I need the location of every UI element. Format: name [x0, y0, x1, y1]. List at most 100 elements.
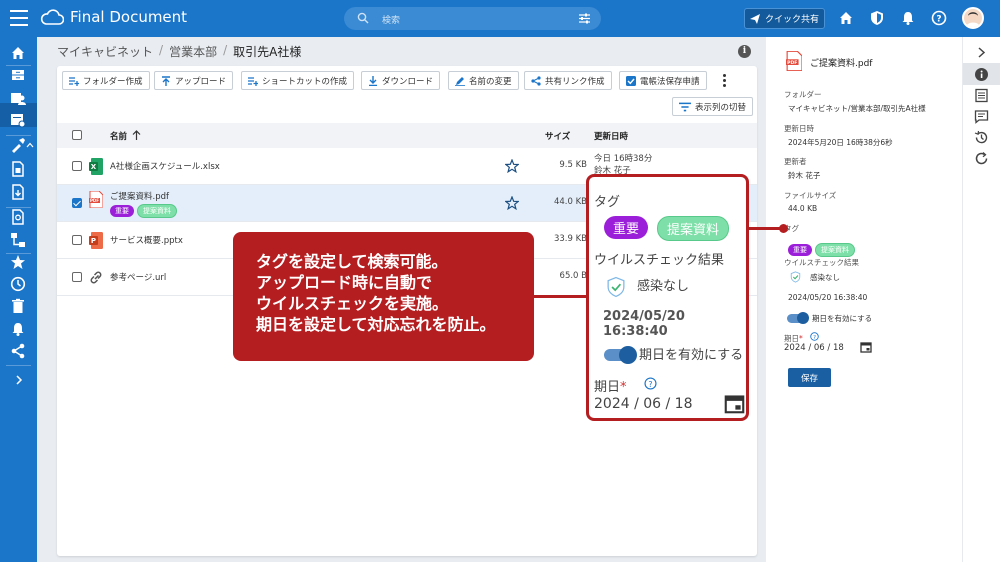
toggle-columns-button[interactable]: 表示列の切替	[672, 97, 753, 116]
callout-line: タグを設定して検索可能。	[256, 252, 448, 271]
help-icon[interactable]: ?	[931, 10, 947, 26]
zoom-due-label-text: 期日	[594, 380, 621, 395]
breadcrumb-item-mycabinet[interactable]: マイキャビネット	[57, 43, 153, 60]
search-icon	[357, 12, 369, 24]
row-checkbox[interactable]	[72, 161, 82, 171]
detail-tags: 重要 提案資料	[788, 237, 858, 257]
download-button[interactable]: ダウンロード	[361, 71, 441, 90]
nav-doc-icon[interactable]	[10, 161, 26, 177]
nav-trash-icon[interactable]	[10, 298, 26, 314]
toggle-columns-label: 表示列の切替	[694, 102, 746, 113]
upload-label: アップロード	[175, 76, 227, 87]
create-folder-label: フォルダー作成	[83, 76, 143, 87]
create-folder-button[interactable]: フォルダー作成	[62, 71, 150, 90]
search-input[interactable]: 検索	[344, 7, 601, 30]
nav-cabinet-settings-icon[interactable]	[10, 112, 26, 128]
due-toggle-label: 期日を有効にする	[812, 314, 873, 323]
svg-text:X: X	[91, 163, 97, 171]
select-all-checkbox[interactable]	[72, 130, 82, 140]
nav-history-icon[interactable]	[10, 276, 26, 292]
info-icon[interactable]: i	[738, 45, 751, 58]
nav-workflow-icon[interactable]	[10, 232, 26, 248]
refresh-icon[interactable]	[974, 151, 989, 166]
folder-label: フォルダー	[784, 90, 822, 99]
file-name[interactable]: 参考ページ.url	[110, 271, 166, 283]
create-shortcut-button[interactable]: ショートカットの作成	[241, 71, 355, 90]
expand-nav-icon[interactable]	[14, 375, 24, 385]
chevron-up-icon[interactable]	[26, 141, 34, 149]
list-icon[interactable]	[974, 88, 989, 103]
share-link-button[interactable]: 共有リンク作成	[524, 71, 612, 90]
row-checkbox[interactable]	[72, 235, 82, 245]
nav-share-icon[interactable]	[10, 343, 26, 359]
bell-icon[interactable]	[900, 10, 916, 26]
tag-proposal[interactable]: 提案資料	[815, 243, 855, 257]
star-icon[interactable]	[505, 196, 519, 210]
star-icon[interactable]	[505, 159, 519, 173]
comment-icon[interactable]	[974, 109, 989, 124]
tag-important[interactable]: 重要	[110, 205, 134, 217]
row-checkbox[interactable]	[72, 198, 82, 208]
user-avatar[interactable]	[962, 7, 984, 29]
home-icon[interactable]	[838, 10, 854, 26]
folder-value[interactable]: マイキャビネット/営業本部/取引先A社様	[788, 103, 926, 114]
due-date-toggle[interactable]	[787, 312, 809, 324]
breadcrumb-item-sales[interactable]: 営業本部	[169, 43, 217, 60]
help-icon[interactable]: ?	[810, 332, 819, 341]
app-logo[interactable]: Final Document	[40, 8, 187, 26]
info-icon[interactable]	[974, 67, 989, 82]
breadcrumb-separator: /	[223, 43, 228, 57]
virus-check-value: 感染なし	[810, 273, 840, 282]
header-size[interactable]: サイズ	[545, 130, 570, 142]
nav-doc-search-icon[interactable]	[10, 209, 26, 225]
nav-tools-icon[interactable]	[10, 137, 26, 153]
save-button[interactable]: 保存	[788, 368, 831, 387]
shield-check-icon	[790, 271, 801, 283]
ebook-request-label: 電帳法保存申請	[640, 76, 700, 87]
shield-icon[interactable]	[869, 10, 885, 26]
nav-doc-download-icon[interactable]	[10, 184, 26, 200]
rename-button[interactable]: 名前の変更	[448, 71, 519, 90]
send-icon	[749, 13, 760, 24]
file-name[interactable]: ご提案資料.pdf	[110, 190, 169, 202]
virus-check-label: ウイルスチェック結果	[784, 258, 859, 267]
quick-share-button[interactable]: クイック共有	[744, 8, 825, 29]
detail-panel: PDF ご提案資料.pdf フォルダー マイキャビネット/営業本部/取引先A社様…	[766, 37, 962, 562]
tag-proposal[interactable]: 提案資料	[137, 204, 177, 218]
header-name[interactable]: 名前	[110, 130, 127, 142]
history-icon[interactable]	[974, 130, 989, 145]
file-name[interactable]: A社様企画スケジュール.xlsx	[110, 160, 220, 172]
svg-text:P: P	[91, 237, 96, 245]
upload-button[interactable]: アップロード	[154, 71, 234, 90]
chevron-right-icon[interactable]	[974, 45, 989, 60]
zoom-tag-proposal: 提案資料	[657, 216, 730, 241]
calendar-icon[interactable]	[860, 341, 872, 353]
header-modified[interactable]: 更新日時	[594, 130, 628, 142]
callout-line: 期日を設定して対応忘れを防止。	[256, 315, 496, 334]
download-label: ダウンロード	[382, 76, 434, 87]
nav-home-icon[interactable]	[10, 45, 26, 61]
nav-star-icon[interactable]	[10, 254, 26, 270]
tag-important[interactable]: 重要	[788, 244, 812, 256]
row-checkbox[interactable]	[72, 272, 82, 282]
filter-icon[interactable]	[578, 12, 591, 25]
zoom-virus-label: ウイルスチェック結果	[594, 253, 725, 268]
nav-bell-icon[interactable]	[10, 321, 26, 337]
nav-shared-cabinet-icon[interactable]	[10, 90, 26, 106]
modified-date: 今日 16時38分	[594, 154, 653, 164]
menu-icon[interactable]	[10, 10, 28, 26]
file-name[interactable]: サービス概要.pptx	[110, 234, 183, 246]
zoom-help-icon: ?	[644, 377, 657, 390]
updater-label: 更新者	[784, 157, 807, 166]
link-icon	[90, 271, 102, 284]
nav-cabinet-icon[interactable]	[10, 67, 26, 83]
svg-text:PDF: PDF	[90, 198, 99, 203]
ebook-request-button[interactable]: 電帳法保存申請	[619, 71, 707, 90]
download-icon	[369, 75, 377, 86]
required-mark: *	[799, 334, 803, 343]
top-bar: Final Document 検索 クイック共有 ?	[0, 0, 1000, 37]
due-date-value[interactable]: 2024 / 06 / 18	[784, 343, 844, 353]
more-options-icon[interactable]	[721, 74, 727, 88]
sort-up-icon[interactable]	[132, 130, 141, 140]
callout-line: ウイルスチェックを実施。	[256, 294, 449, 313]
